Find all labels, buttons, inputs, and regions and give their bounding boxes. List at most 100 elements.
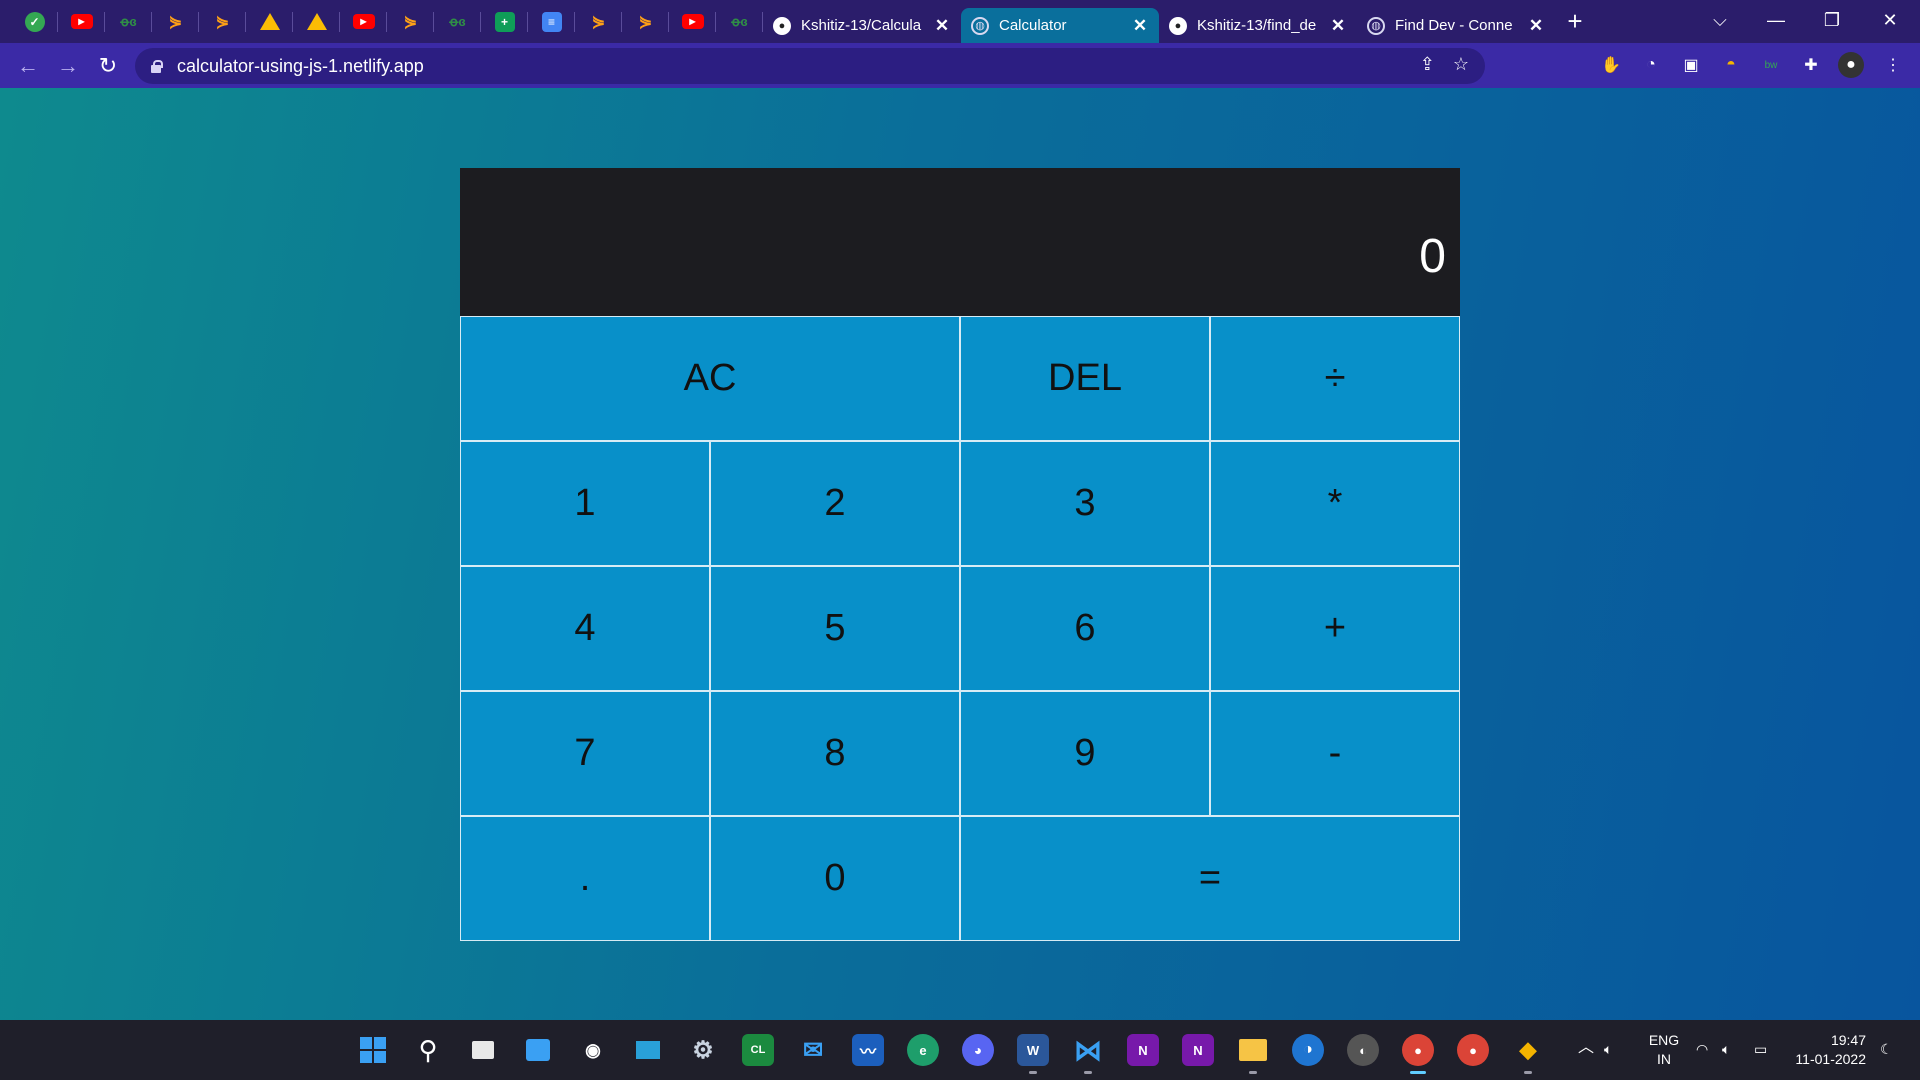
pinned-tab[interactable]: ⋟ [199,0,246,43]
extensions-puzzle-icon[interactable]: ✚ [1798,52,1824,78]
digit-3-button[interactable]: 3 [960,441,1210,566]
delete-button[interactable]: DEL [960,316,1210,441]
digit-2-button[interactable]: 2 [710,441,960,566]
digit-7-button[interactable]: 7 [460,691,710,816]
reload-icon[interactable]: ↻ [88,48,128,84]
onenote-2-icon[interactable]: N [1182,1034,1214,1066]
extension-bw-icon[interactable]: bw [1758,52,1784,78]
pinned-tab[interactable]: + [481,0,528,43]
clock[interactable]: 19:47 11-01-2022 [1790,1031,1866,1069]
vscode-icon[interactable]: ⋈ [1072,1034,1104,1074]
digit-9-button[interactable]: 9 [960,691,1210,816]
digit-1-button[interactable]: 1 [460,441,710,566]
pinned-tab[interactable]: ⋟ [622,0,669,43]
show-hidden-icons-icon[interactable]: ︿ [1578,1038,1594,1057]
address-bar[interactable]: calculator-using-js-1.netlify.app ⇪ ☆ [135,48,1485,84]
extension-adblock-icon[interactable]: ✋ [1598,52,1624,78]
browser-menu-icon[interactable]: ⋮ [1880,52,1906,78]
whiteboard-icon[interactable]: 〰 [852,1034,884,1066]
tab-title: Kshitiz-13/Calcula [801,17,922,34]
pinned-tab[interactable]: ⋟ [575,0,622,43]
pinned-tab[interactable]: ⋟ [387,0,434,43]
multiply-button[interactable]: * [1210,441,1460,566]
digit-5-button[interactable]: 5 [710,566,960,691]
speaker-small-icon[interactable]: 🔈︎ [1604,1040,1612,1059]
discord-icon[interactable]: ◕ [962,1034,994,1066]
bookmark-star-icon[interactable]: ☆ [1453,54,1469,75]
share-icon[interactable]: ⇪ [1420,54,1435,75]
pinned-tab[interactable]: ꝋɞ [434,0,481,43]
remote-desktop-icon[interactable] [632,1034,664,1066]
battery-icon[interactable]: ▭ [1754,1040,1767,1059]
subtract-button[interactable]: - [1210,691,1460,816]
pinned-tab[interactable]: ▶ [340,0,387,43]
tab-close-icon[interactable]: ✕ [1329,16,1347,36]
extension-rainbow-icon[interactable]: ◓ [1718,52,1744,78]
youtube-icon: ▶ [681,14,704,29]
onenote-icon[interactable]: N [1127,1034,1159,1066]
pinned-tab[interactable]: ≡ [528,0,575,43]
pinned-tab[interactable]: ✓ [11,0,58,43]
lock-icon[interactable] [149,59,163,73]
search-icon[interactable]: ⚲ [412,1034,444,1066]
google-sheets-icon: + [494,11,515,32]
close-window-icon[interactable]: ✕ [1862,0,1918,40]
digit-6-button[interactable]: 6 [960,566,1210,691]
app-diamond-icon[interactable]: ◆ [1512,1034,1544,1074]
new-tab-button[interactable]: + [1555,6,1595,37]
chrome-profile-icon[interactable]: ● [1402,1034,1434,1074]
pinned-tab[interactable] [246,0,293,43]
tab-close-icon[interactable]: ✕ [1131,16,1149,36]
back-icon[interactable]: ← [8,48,48,84]
tab-close-icon[interactable]: ✕ [1527,16,1545,36]
pinned-tab[interactable]: ⋟ [152,0,199,43]
file-explorer-icon[interactable] [1237,1034,1269,1074]
extension-speed-icon[interactable]: ◔ [1638,52,1664,78]
browser-tab[interactable]: ● Kshitiz-13/find_de ✕ [1159,8,1357,43]
pinned-tab[interactable]: ꝋɞ [716,0,763,43]
restore-icon[interactable]: ❐ [1804,0,1860,40]
app-dark-circle-icon[interactable]: ◐ [1347,1034,1379,1066]
decimal-button[interactable]: . [460,816,710,941]
edge-icon[interactable]: e [907,1034,939,1066]
wifi-icon[interactable]: ◠ [1696,1040,1708,1059]
pinned-tab[interactable] [293,0,340,43]
chrome-icon[interactable]: ● [1457,1034,1489,1066]
add-button[interactable]: + [1210,566,1460,691]
widgets-icon[interactable] [522,1034,554,1066]
tab-strip: ✓ ▶ ꝋɞ ⋟ ⋟ ▶ ⋟ ꝋɞ + ≡ ⋟ ⋟ ▶ ꝋɞ ● Kshitiz-13/Calcula ✕ ◍ C… [0,0,1920,43]
digit-0-button[interactable]: 0 [710,816,960,941]
leetcode-icon: ⋟ [168,13,183,31]
equals-button[interactable]: = [960,816,1460,941]
leetcode-icon: ⋟ [591,13,606,31]
digit-8-button[interactable]: 8 [710,691,960,816]
pinned-tab[interactable]: ▶ [669,0,716,43]
forward-icon[interactable]: → [48,48,88,84]
volume-icon[interactable]: 🔈︎ [1722,1040,1730,1059]
github-desktop-icon[interactable]: ◉ [577,1034,609,1066]
settings-gear-icon[interactable]: ⚙ [687,1034,719,1066]
word-icon[interactable]: W [1017,1034,1049,1074]
pinned-tab[interactable]: ▶ [58,0,105,43]
extension-camera-icon[interactable]: ▣ [1678,52,1704,78]
clion-icon[interactable]: CL [742,1034,774,1066]
minimize-icon[interactable]: — [1748,0,1804,40]
all-clear-button[interactable]: AC [460,316,960,441]
browser-tab[interactable]: ◍ Calculator ✕ [961,8,1159,43]
mail-icon[interactable]: ✉ [797,1034,829,1066]
tab-title: Find Dev - Conne [1395,17,1513,34]
profile-avatar[interactable]: ● [1838,52,1864,78]
task-view-icon[interactable] [467,1034,499,1066]
browser-tab[interactable]: ◍ Find Dev - Conne ✕ [1357,8,1555,43]
divide-button[interactable]: ÷ [1210,316,1460,441]
digit-4-button[interactable]: 4 [460,566,710,691]
language-code: ENG [1648,1032,1680,1048]
pinned-tab[interactable]: ꝋɞ [105,0,152,43]
tab-search-icon[interactable]: ⌵ [1692,0,1748,40]
focus-assist-icon[interactable]: ☾ [1880,1040,1893,1059]
browser-tab[interactable]: ● Kshitiz-13/Calcula ✕ [763,8,961,43]
input-language[interactable]: ENG IN [1644,1031,1684,1069]
tab-close-icon[interactable]: ✕ [933,16,951,36]
app-bird-icon[interactable]: ◑ [1292,1034,1324,1066]
windows-start-icon[interactable] [357,1034,389,1066]
